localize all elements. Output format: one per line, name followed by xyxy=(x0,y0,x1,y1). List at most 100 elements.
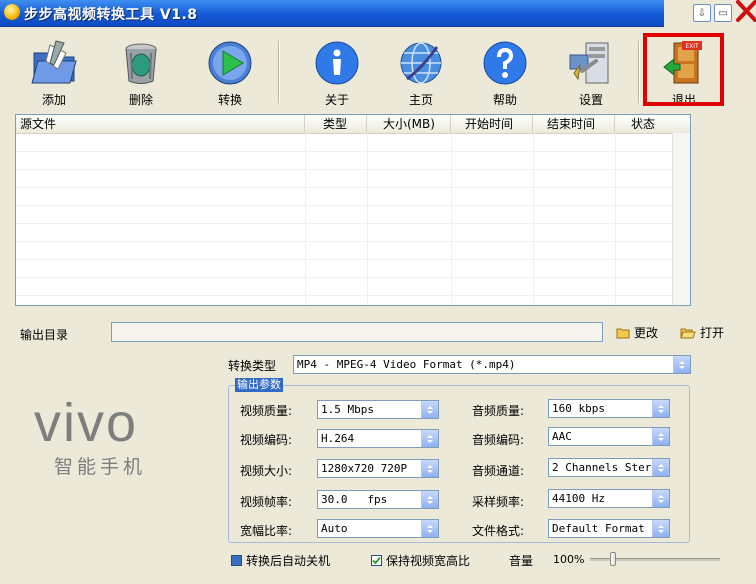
volume-label: 音量 xyxy=(509,554,534,568)
play-convert-icon xyxy=(208,41,252,85)
column-header-start[interactable]: 开始时间 xyxy=(451,115,533,133)
help-button[interactable]: 帮助 xyxy=(470,27,540,111)
add-folder-icon xyxy=(31,40,77,84)
convert-type-label: 转换类型 xyxy=(228,359,277,373)
aspect-ratio-value: Auto xyxy=(321,522,348,535)
convert-button[interactable]: 转换 xyxy=(195,27,265,111)
file-format-value: Default Format xyxy=(552,522,645,535)
homepage-button[interactable]: 主页 xyxy=(386,27,456,111)
sample-rate-select[interactable]: 44100 Hz xyxy=(548,489,670,508)
list-row-line xyxy=(16,259,672,260)
open-dir-label: 打开 xyxy=(700,326,725,340)
trash-can-icon xyxy=(125,43,157,84)
column-header-status[interactable]: 状态 xyxy=(615,115,690,133)
volume-value: 100% xyxy=(553,553,585,566)
file-list-header: 源文件 类型 大小(MB) 开始时间 结束时间 状态 xyxy=(16,115,690,134)
delete-button[interactable]: 删除 xyxy=(106,27,176,111)
list-column-line xyxy=(451,133,452,305)
help-label: 帮助 xyxy=(492,93,517,107)
toolbar: 添加 删除 转换 关于 主页 帮助 设置 EXIT 退出 xyxy=(0,27,756,111)
keep-aspect-checkbox[interactable] xyxy=(371,555,382,566)
app-logo-icon xyxy=(4,4,20,20)
maximize-button[interactable]: ▭ xyxy=(714,4,732,22)
audio-channels-value: 2 Channels Stere xyxy=(552,461,658,474)
video-quality-label: 视频质量: xyxy=(240,404,293,418)
change-dir-button[interactable]: 更改 xyxy=(616,324,658,341)
about-button[interactable]: 关于 xyxy=(302,27,372,111)
file-format-label: 文件格式: xyxy=(472,524,525,538)
file-format-select[interactable]: Default Format xyxy=(548,519,670,538)
video-codec-select[interactable]: H.264 xyxy=(317,429,439,448)
audio-channels-label: 音频通道: xyxy=(472,464,525,478)
volume-slider-thumb[interactable] xyxy=(610,552,616,566)
aspect-ratio-label: 宽幅比率: xyxy=(240,524,293,538)
exit-highlight-box xyxy=(643,33,724,106)
list-row-line xyxy=(16,295,672,296)
video-fps-select[interactable]: 30.0 fps xyxy=(317,490,439,509)
add-label: 添加 xyxy=(41,93,66,107)
updown-arrow-icon xyxy=(652,400,669,417)
updown-arrow-icon xyxy=(421,401,438,418)
column-header-type[interactable]: 类型 xyxy=(305,115,367,133)
globe-icon xyxy=(400,42,442,84)
updown-arrow-icon xyxy=(652,428,669,445)
list-row-line xyxy=(16,169,672,170)
output-dir-input[interactable] xyxy=(111,322,603,342)
aspect-ratio-select[interactable]: Auto xyxy=(317,519,439,538)
audio-codec-select[interactable]: AAC xyxy=(548,427,670,446)
audio-quality-select[interactable]: 160 kbps xyxy=(548,399,670,418)
video-size-label: 视频大小: xyxy=(240,464,293,478)
about-label: 关于 xyxy=(324,93,349,107)
file-list[interactable]: 源文件 类型 大小(MB) 开始时间 结束时间 状态 xyxy=(15,114,691,306)
auto-shutdown-option[interactable]: 转换后自动关机 xyxy=(231,552,330,569)
audio-quality-value: 160 kbps xyxy=(552,402,605,415)
help-icon xyxy=(483,41,527,85)
list-row-line xyxy=(16,223,672,224)
folder-icon xyxy=(616,328,630,338)
volume-slider[interactable] xyxy=(590,552,720,566)
list-column-line xyxy=(305,133,306,305)
toolbar-separator xyxy=(638,41,640,103)
video-quality-select[interactable]: 1.5 Mbps xyxy=(317,400,439,419)
audio-quality-label: 音频质量: xyxy=(472,404,525,418)
video-codec-label: 视频编码: xyxy=(240,433,293,447)
settings-button[interactable]: 设置 xyxy=(556,27,626,111)
list-row-line xyxy=(16,205,672,206)
add-button[interactable]: 添加 xyxy=(19,27,89,111)
minimize-button[interactable]: ⇩ xyxy=(693,4,711,22)
audio-codec-label: 音频编码: xyxy=(472,433,525,447)
list-column-line xyxy=(615,133,616,305)
updown-arrow-icon xyxy=(421,491,438,508)
settings-label: 设置 xyxy=(578,93,603,107)
updown-arrow-icon xyxy=(421,430,438,447)
keep-aspect-option[interactable]: 保持视频宽高比 xyxy=(371,552,470,569)
updown-arrow-icon xyxy=(673,356,690,373)
audio-channels-select[interactable]: 2 Channels Stere xyxy=(548,458,670,477)
open-dir-button[interactable]: 打开 xyxy=(680,324,724,341)
convert-type-select[interactable]: MP4 - MPEG-4 Video Format (*.mp4) xyxy=(293,355,691,374)
updown-arrow-icon xyxy=(652,490,669,507)
sample-rate-label: 采样频率: xyxy=(472,495,525,509)
convert-label: 转换 xyxy=(217,93,242,107)
auto-shutdown-label: 转换后自动关机 xyxy=(246,554,331,568)
video-fps-value: 30.0 fps xyxy=(321,493,388,506)
column-header-source[interactable]: 源文件 xyxy=(16,115,305,133)
column-header-end[interactable]: 结束时间 xyxy=(533,115,615,133)
vivo-tagline: 智能手机 xyxy=(54,456,147,478)
title-bar: 步步高视频转换工具 V1.8 ↓ xyxy=(0,0,710,27)
list-column-line xyxy=(367,133,368,305)
list-column-line xyxy=(533,133,534,305)
sample-rate-value: 44100 Hz xyxy=(552,492,605,505)
toolbar-separator xyxy=(278,41,280,103)
file-list-scrollbar[interactable] xyxy=(672,133,690,305)
window-title: 步步高视频转换工具 V1.8 xyxy=(24,7,198,23)
output-params-title: 输出参数 xyxy=(235,378,283,392)
auto-shutdown-checkbox[interactable] xyxy=(231,555,242,566)
list-row-line xyxy=(16,241,672,242)
column-header-size[interactable]: 大小(MB) xyxy=(367,115,451,133)
video-quality-value: 1.5 Mbps xyxy=(321,403,374,416)
audio-codec-value: AAC xyxy=(552,430,572,443)
convert-type-value: MP4 - MPEG-4 Video Format (*.mp4) xyxy=(297,358,516,371)
video-size-select[interactable]: 1280x720 720P xyxy=(317,459,439,478)
close-x-icon[interactable] xyxy=(735,0,756,22)
